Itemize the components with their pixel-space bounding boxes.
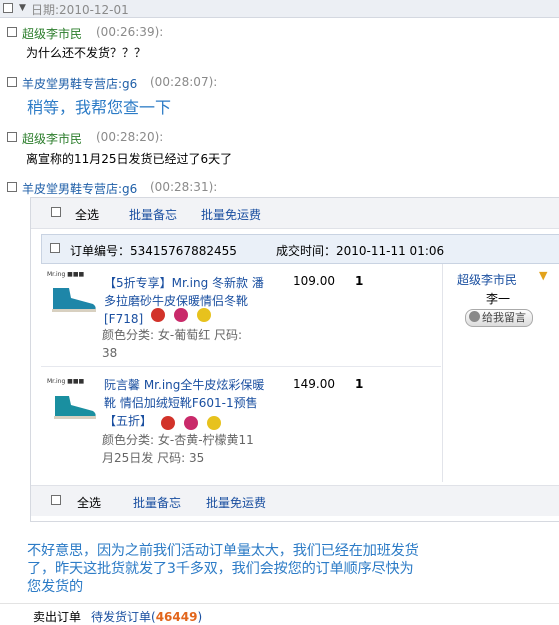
brand-logo: Mr.ing ■■■: [47, 378, 85, 385]
item-price: 109.00: [293, 274, 335, 288]
filter-icon[interactable]: ▼: [539, 269, 547, 282]
message-checkbox[interactable]: [7, 77, 17, 87]
message-text: 稍等，我帮您查一下: [27, 98, 172, 117]
seven-day-return-icon: [174, 308, 188, 322]
leave-message-button[interactable]: 给我留言: [465, 309, 533, 327]
message-sender: 超级李市民: [22, 27, 83, 41]
message-sender: 羊皮堂男鞋专营店:g6: [22, 77, 138, 91]
message-checkbox[interactable]: [7, 27, 17, 37]
recipient-name: 李一: [486, 292, 511, 306]
product-attributes: 颜色分类: 女-葡萄红 尺码: 38: [102, 328, 243, 360]
date-checkbox[interactable]: [3, 3, 13, 13]
brand-logo: Mr.ing ■■■: [47, 271, 85, 278]
message-time: (00:28:31):: [150, 180, 218, 194]
batch-free-shipping-button[interactable]: 批量免运费: [201, 206, 261, 223]
footer-bar: 卖出订单 待发货订单(46449): [0, 603, 559, 624]
message-checkbox[interactable]: [7, 182, 17, 192]
item-quantity: 1: [355, 377, 364, 391]
quality-icon: [207, 416, 221, 430]
order-header: 订单编号：53415767882455 成交时间：2010-11-11 01:0…: [41, 234, 559, 264]
order-number: 订单编号：53415767882455: [70, 244, 237, 258]
product-image: [54, 396, 96, 419]
select-all-label[interactable]: 全选: [77, 494, 101, 511]
message-sender: 超级李市民: [22, 132, 83, 146]
pending-orders-tab[interactable]: 待发货订单(46449): [91, 608, 202, 625]
select-all-checkbox[interactable]: [51, 207, 61, 217]
seller-reply: 不好意思，因为之前我们活动订单量太大，我们已经在加班发货 了，昨天这批货就发了3…: [27, 543, 419, 595]
guarantee-icon: [161, 416, 175, 430]
message-sender: 羊皮堂男鞋专营店:g6: [22, 182, 138, 196]
date-label: 日期:2010-12-01: [31, 3, 129, 17]
item-quantity: 1: [355, 274, 364, 288]
column-divider: [442, 264, 443, 482]
order-time: 成交时间：2010-11-11 01:06: [276, 244, 445, 258]
item-price: 149.00: [293, 377, 335, 391]
message-time: (00:26:39):: [96, 25, 164, 39]
guarantee-icon: [151, 308, 165, 322]
collapse-triangle-icon[interactable]: ▼: [19, 3, 26, 13]
bottom-toolbar: 全选 批量备忘 批量免运费: [31, 485, 559, 516]
batch-note-button[interactable]: 批量备忘: [133, 494, 181, 511]
product-attributes: 颜色分类: 女-杏黄-柠檬黄11 月25日发 尺码: 35: [102, 433, 254, 465]
date-header: ▼ 日期:2010-12-01: [0, 0, 559, 18]
quality-icon: [197, 308, 211, 322]
pending-count: 46449: [155, 610, 198, 624]
message-time: (00:28:07):: [150, 75, 218, 89]
message-icon: [469, 311, 480, 322]
order-panel: 全选 批量备忘 批量免运费 订单编号：53415767882455 成交时间：2…: [30, 197, 559, 522]
product-image: [52, 288, 96, 312]
top-toolbar: 全选 批量备忘 批量免运费: [31, 198, 559, 229]
message-checkbox[interactable]: [7, 132, 17, 142]
message-text: 为什么还不发货？？？: [26, 46, 147, 60]
seven-day-return-icon: [184, 416, 198, 430]
sold-orders-tab[interactable]: 卖出订单: [33, 608, 81, 625]
message-text: 离宣称的11月25日发货已经过了6天了: [26, 152, 233, 166]
item-separator: [41, 366, 441, 367]
order-checkbox[interactable]: [50, 243, 60, 253]
batch-note-button[interactable]: 批量备忘: [129, 206, 177, 223]
message-time: (00:28:20):: [96, 130, 164, 144]
batch-free-shipping-button[interactable]: 批量免运费: [206, 494, 266, 511]
select-all-label[interactable]: 全选: [75, 206, 99, 223]
select-all-checkbox[interactable]: [51, 495, 61, 505]
buyer-name-link[interactable]: 超级李市民: [457, 271, 517, 288]
